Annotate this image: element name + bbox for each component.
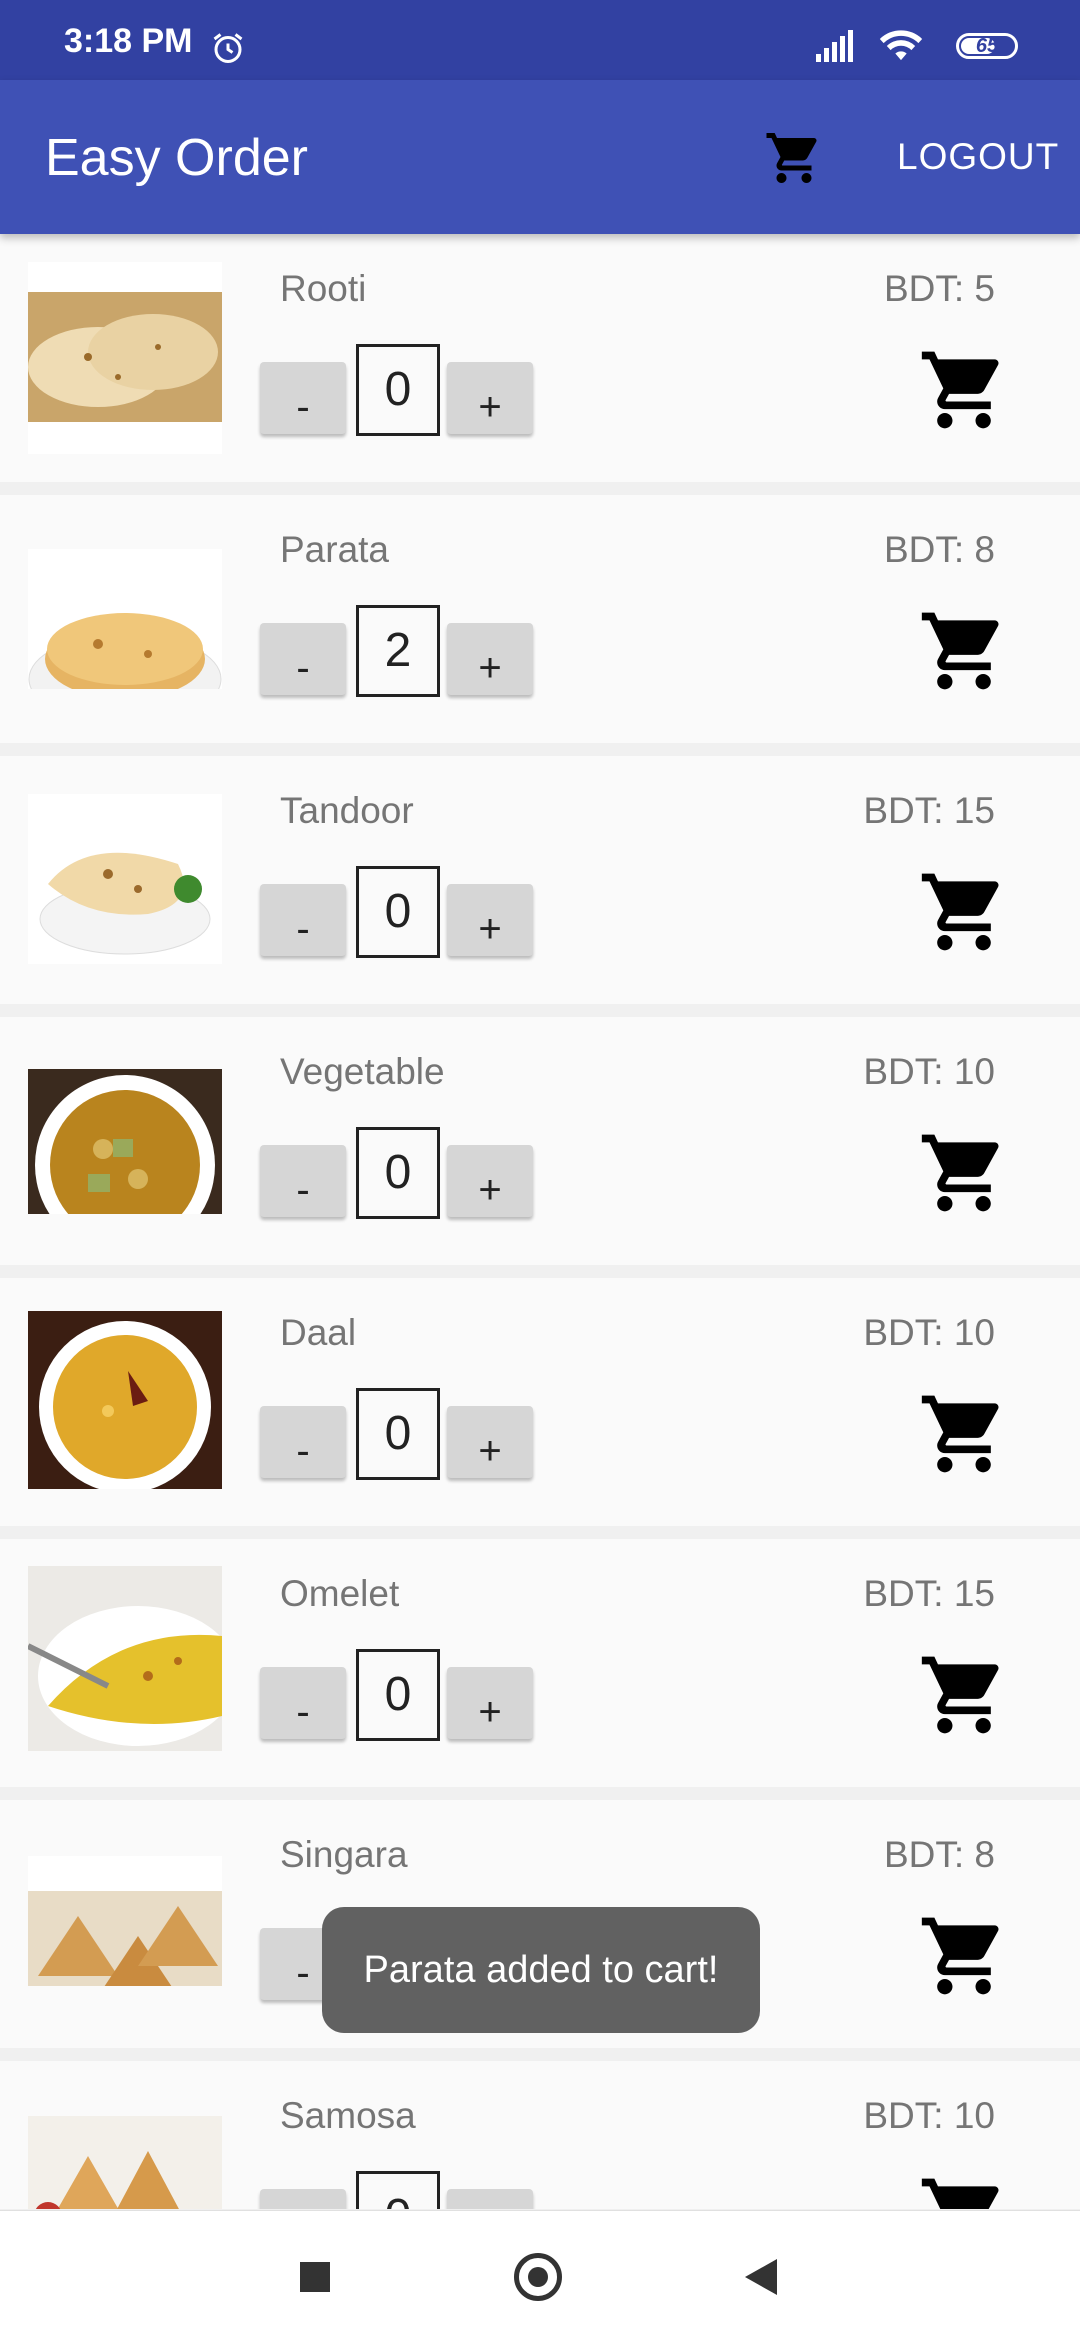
food-image [28,1856,222,1986]
status-time: 3:18 PM [64,22,193,60]
food-item-card: Rooti BDT: 5 - 0 + [0,234,1080,482]
alarm-icon [210,30,246,71]
minus-label: - [296,384,310,429]
toast-message: Parata added to cart! [322,1907,760,2033]
food-item-card: Daal BDT: 10 - 0 + [0,1278,1080,1526]
plus-label: + [478,1689,502,1734]
food-image [28,262,222,454]
food-image [28,1566,222,1751]
food-name: Daal [280,1312,357,1353]
battery-level: 65 [975,35,999,57]
quantity-field[interactable]: 0 [356,1388,440,1480]
increase-quantity-button[interactable]: + [447,2189,533,2209]
system-nav-bar [0,2210,1080,2341]
food-name: Singara [280,1834,408,1875]
food-price: BDT: 5 [883,268,995,309]
increase-quantity-button[interactable]: + [447,1145,533,1217]
food-name: Vegetable [280,1051,445,1092]
logout-button[interactable]: LOGOUT [897,136,1059,178]
decrease-quantity-button[interactable]: - [260,1406,346,1478]
food-price: BDT: 15 [863,1573,995,1614]
minus-label: - [296,1689,310,1734]
plus-label: + [478,906,502,951]
food-price: BDT: 8 [883,1834,995,1875]
quantity-field[interactable]: 0 [356,344,440,436]
food-price: BDT: 8 [883,529,995,570]
minus-label: - [296,1428,310,1473]
food-image [28,794,222,964]
food-image [28,1311,222,1489]
cart-icon[interactable] [918,866,1010,963]
food-item-card: Parata BDT: 8 - 2 + [0,495,1080,743]
food-item-card: Samosa BDT: 10 -0 + [0,2061,1080,2209]
food-price: BDT: 10 [863,2095,995,2136]
plus-label: + [478,1167,502,1212]
increase-quantity-button[interactable]: + [447,1406,533,1478]
food-name: Parata [280,529,390,570]
quantity-field[interactable]: 0 [356,866,440,958]
cart-icon[interactable] [918,1910,1010,2007]
app-bar: Easy Order LOGOUT [0,80,1080,234]
decrease-quantity-button[interactable]: - [260,362,346,434]
food-image [28,2116,222,2209]
increase-quantity-button[interactable]: + [447,623,533,695]
quantity-field[interactable]: 0 [356,2171,440,2209]
battery-indicator: 65 [956,33,1018,59]
increase-quantity-button[interactable]: + [447,884,533,956]
wifi-icon [878,28,924,67]
food-price: BDT: 15 [863,790,995,831]
food-price: BDT: 10 [863,1051,995,1092]
home-icon[interactable] [514,2253,562,2301]
cart-icon[interactable] [918,2171,1010,2209]
minus-label: - [296,645,310,690]
food-item-card: Vegetable BDT: 10 - 0 + [0,1017,1080,1265]
decrease-quantity-button[interactable]: - [260,884,346,956]
cart-icon[interactable] [918,1649,1010,1746]
quantity-field[interactable]: 0 [356,1649,440,1741]
cart-icon[interactable] [918,1127,1010,1224]
food-name: Rooti [280,268,367,309]
back-icon[interactable] [745,2259,777,2295]
food-item-card: Tandoor BDT: 15 - 0 + [0,756,1080,1004]
status-bar: 3:18 PM 65 [0,0,1080,80]
increase-quantity-button[interactable]: + [447,1667,533,1739]
food-price: BDT: 10 [863,1312,995,1353]
app-title: Easy Order [45,129,308,187]
decrease-quantity-button[interactable]: - [260,623,346,695]
food-name: Samosa [280,2095,416,2136]
food-name: Tandoor [280,790,414,831]
increase-quantity-button[interactable]: + [447,362,533,434]
minus-label: - [296,1167,310,1212]
food-name: Omelet [280,1573,400,1614]
decrease-quantity-button[interactable]: - [260,2189,346,2209]
cart-icon[interactable] [918,1388,1010,1485]
recents-icon[interactable] [300,2262,330,2292]
decrease-quantity-button[interactable]: - [260,1667,346,1739]
food-image [28,1069,222,1214]
signal-icon [814,30,858,67]
quantity-field[interactable]: 2 [356,605,440,697]
food-item-card: Omelet BDT: 15 - 0 + [0,1539,1080,1787]
minus-label: - [296,906,310,951]
plus-label: + [478,1428,502,1473]
food-image [28,549,222,689]
cart-icon[interactable] [918,605,1010,702]
plus-label: + [478,645,502,690]
cart-icon[interactable] [918,344,1010,441]
plus-label: + [478,384,502,429]
decrease-quantity-button[interactable]: - [260,1145,346,1217]
cart-icon[interactable] [764,128,824,193]
quantity-field[interactable]: 0 [356,1127,440,1219]
